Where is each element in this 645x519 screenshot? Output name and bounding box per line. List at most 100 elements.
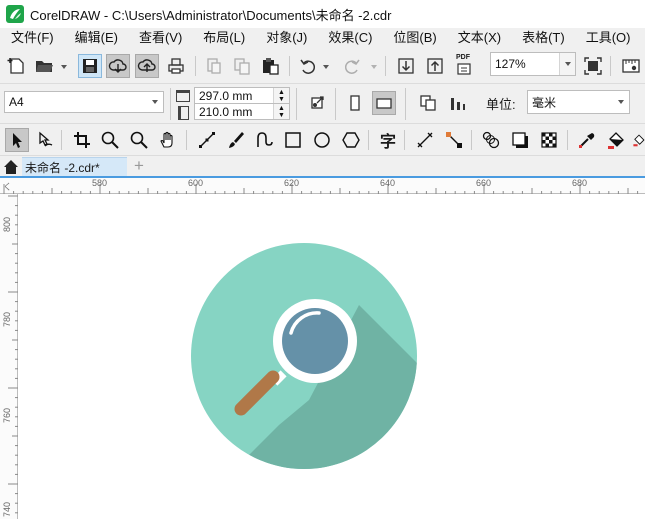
page-width-spinner-icon[interactable]: ▲ ▼: [273, 88, 289, 103]
menu-text[interactable]: 文本(X): [447, 28, 511, 48]
toolbar-separator: [368, 130, 369, 150]
page-size-dropdown-icon[interactable]: [147, 92, 163, 112]
all-pages-icon[interactable]: [416, 91, 440, 115]
ruler-label: 660: [476, 178, 492, 188]
eyedropper-icon[interactable]: [575, 128, 599, 152]
units-dropdown-icon[interactable]: [613, 91, 629, 113]
toolbar-separator: [170, 88, 171, 120]
property-bar: A4 297.0 mm ▲ ▼ 210.0 mm ▲ ▼ 单位: 毫米: [0, 84, 645, 124]
zoom-dropdown-icon[interactable]: [559, 53, 575, 75]
drawing-canvas[interactable]: [19, 195, 645, 519]
window-title: CorelDRAW - C:\Users\Administrator\Docum…: [30, 7, 392, 23]
pick-tool-icon[interactable]: [5, 128, 29, 152]
ellipse-tool-icon[interactable]: [310, 128, 334, 152]
paste-icon[interactable]: [258, 54, 282, 78]
cloud-download-icon[interactable]: [106, 54, 130, 78]
title-bar: CorelDRAW - C:\Users\Administrator\Docum…: [0, 0, 645, 28]
copy-icon[interactable]: [230, 54, 254, 78]
zoom-level-field[interactable]: 127%: [490, 52, 576, 76]
horizontal-ruler[interactable]: く 580 600 620 640 660 680: [0, 178, 645, 194]
menu-edit[interactable]: 编辑(E): [64, 28, 128, 48]
menu-effects[interactable]: 效果(C): [317, 28, 382, 48]
parallel-dimension-icon[interactable]: [413, 128, 437, 152]
pen-curve-icon[interactable]: [252, 128, 276, 152]
smart-fill-icon[interactable]: [632, 128, 645, 152]
new-document-icon[interactable]: [5, 54, 29, 78]
menu-bitmaps[interactable]: 位图(B): [382, 28, 446, 48]
open-dropdown-icon[interactable]: [61, 65, 67, 69]
ruler-label: 740: [2, 501, 12, 517]
toolbar-separator: [296, 88, 297, 120]
shape-tool-icon[interactable]: [33, 128, 57, 152]
toolbar-separator: [289, 56, 290, 76]
text-tool-icon[interactable]: 字: [376, 128, 400, 152]
export-icon[interactable]: [423, 54, 447, 78]
menu-object[interactable]: 对象(J): [255, 28, 317, 48]
menu-tools[interactable]: 工具(O): [575, 28, 641, 48]
connector-tool-icon[interactable]: [442, 128, 466, 152]
interactive-fill-icon[interactable]: [604, 128, 628, 152]
full-screen-icon[interactable]: [581, 54, 605, 78]
landscape-icon[interactable]: [372, 91, 396, 115]
undo-dropdown-icon[interactable]: [323, 65, 329, 69]
menu-layout[interactable]: 布局(L): [192, 28, 255, 48]
redo-icon[interactable]: [340, 54, 364, 78]
toolbox: 字: [0, 124, 645, 156]
polygon-tool-icon[interactable]: [339, 128, 363, 152]
menu-file[interactable]: 文件(F): [0, 28, 64, 48]
portrait-icon[interactable]: [343, 91, 367, 115]
import-icon[interactable]: [394, 54, 418, 78]
ruler-corner-label: く: [3, 182, 13, 192]
save-icon[interactable]: [78, 54, 102, 78]
rectangle-tool-icon[interactable]: [281, 128, 305, 152]
redo-dropdown-icon[interactable]: [371, 65, 377, 69]
crop-tool-icon[interactable]: [70, 128, 94, 152]
toolbar-separator: [404, 130, 405, 150]
page-size-select[interactable]: A4: [4, 91, 164, 113]
coreldraw-logo: [6, 5, 24, 23]
zoom-level-value: 127%: [495, 57, 526, 71]
cut-icon[interactable]: [202, 54, 226, 78]
page-height-spinner-icon[interactable]: ▲ ▼: [273, 104, 289, 119]
plus-icon[interactable]: +: [131, 156, 147, 175]
freehand-tool-icon[interactable]: [195, 128, 219, 152]
open-folder-icon[interactable]: [32, 54, 56, 78]
artistic-media-icon[interactable]: [224, 128, 248, 152]
units-select[interactable]: 毫米: [527, 90, 630, 114]
toolbar-separator: [195, 56, 196, 76]
current-page-icon[interactable]: [446, 91, 470, 115]
ruler-label: 780: [2, 311, 12, 327]
menu-table[interactable]: 表格(T): [511, 28, 575, 48]
menu-view[interactable]: 查看(V): [128, 28, 192, 48]
document-tab-label: 未命名 -2.cdr*: [25, 161, 100, 175]
all-pages-size-icon[interactable]: [305, 91, 329, 115]
ruler-label: 800: [2, 216, 12, 232]
pdf-label: PDF: [456, 54, 470, 61]
pan-hand-icon[interactable]: [156, 128, 180, 152]
toolbar-separator: [186, 130, 187, 150]
zoom-out-tool-icon[interactable]: [127, 128, 151, 152]
undo-icon[interactable]: [296, 54, 320, 78]
ruler-label: 600: [188, 178, 204, 188]
print-icon[interactable]: [164, 54, 188, 78]
toolbar-separator: [335, 88, 336, 120]
drop-shadow-icon[interactable]: [508, 128, 532, 152]
magnifier-flat-icon[interactable]: [19, 195, 645, 519]
page-size-value: A4: [9, 95, 24, 109]
blend-tool-icon[interactable]: [479, 128, 503, 152]
page-width-field[interactable]: 297.0 mm ▲ ▼: [194, 87, 290, 104]
ruler-label: 620: [284, 178, 300, 188]
zoom-tool-icon[interactable]: [98, 128, 122, 152]
page-height-field[interactable]: 210.0 mm ▲ ▼: [194, 103, 290, 120]
options-ruler-icon[interactable]: [619, 54, 643, 78]
vertical-ruler[interactable]: 800 780 760 740: [0, 194, 18, 519]
toolbar-separator: [471, 130, 472, 150]
document-tab[interactable]: 未命名 -2.cdr*: [22, 157, 127, 177]
ruler-label: 680: [572, 178, 588, 188]
toolbar-separator: [610, 56, 611, 76]
home-icon[interactable]: [3, 159, 19, 175]
ruler-label: 640: [380, 178, 396, 188]
toolbar-separator: [61, 130, 62, 150]
transparency-icon[interactable]: [537, 128, 561, 152]
cloud-upload-icon[interactable]: [135, 54, 159, 78]
